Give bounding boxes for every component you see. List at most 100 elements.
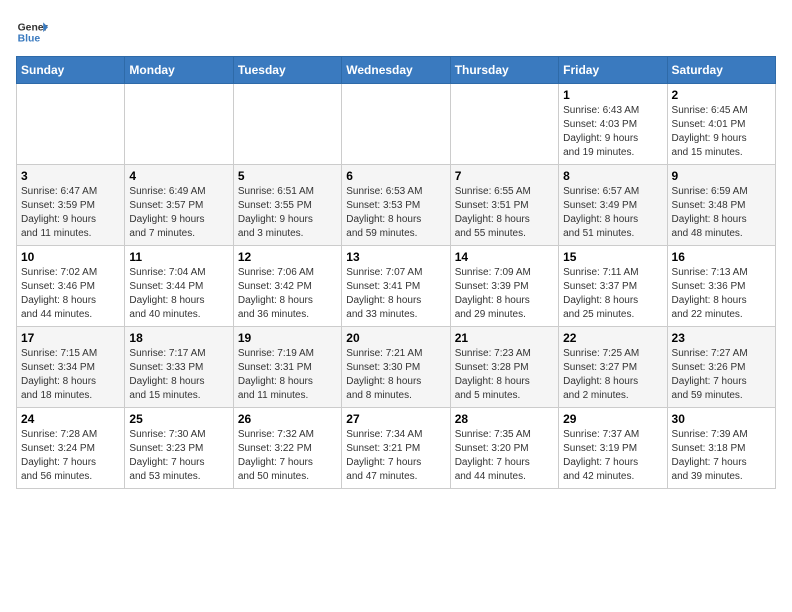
day-info: Sunrise: 7:23 AM Sunset: 3:28 PM Dayligh… <box>455 347 554 403</box>
day-number: 14 <box>455 250 554 264</box>
day-info: Sunrise: 7:27 AM Sunset: 3:26 PM Dayligh… <box>672 347 771 403</box>
calendar-cell: 4Sunrise: 6:49 AM Sunset: 3:57 PM Daylig… <box>125 165 233 246</box>
day-info: Sunrise: 7:17 AM Sunset: 3:33 PM Dayligh… <box>129 347 228 403</box>
day-info: Sunrise: 7:21 AM Sunset: 3:30 PM Dayligh… <box>346 347 445 403</box>
day-number: 17 <box>21 331 120 345</box>
calendar-cell: 5 Sunrise: 6:51 AM Sunset: 3:55 PM Daylig… <box>233 165 341 246</box>
calendar-cell: 9Sunrise: 6:59 AM Sunset: 3:48 PM Daylig… <box>667 165 775 246</box>
day-number: 12 <box>238 250 337 264</box>
day-number: 8 <box>563 169 662 183</box>
day-info: Sunrise: 7:11 AM Sunset: 3:37 PM Dayligh… <box>563 266 662 322</box>
weekday-header: Wednesday <box>342 57 450 84</box>
calendar-body: 1Sunrise: 6:43 AM Sunset: 4:03 PM Daylig… <box>17 84 776 489</box>
day-number: 13 <box>346 250 445 264</box>
day-number: 10 <box>21 250 120 264</box>
day-number: 16 <box>672 250 771 264</box>
calendar-cell: 10 Sunrise: 7:02 AM Sunset: 3:46 PM Dayli… <box>17 246 125 327</box>
day-info: Sunrise: 7:02 AM Sunset: 3:46 PM Dayligh… <box>21 266 120 322</box>
day-number: 15 <box>563 250 662 264</box>
day-number: 26 <box>238 412 337 426</box>
day-info: Sunrise: 6:51 AM Sunset: 3:55 PM Dayligh… <box>238 185 337 241</box>
day-info: Sunrise: 7:30 AM Sunset: 3:23 PM Dayligh… <box>129 428 228 484</box>
day-info: Sunrise: 7:25 AM Sunset: 3:27 PM Dayligh… <box>563 347 662 403</box>
svg-text:Blue: Blue <box>18 34 41 45</box>
calendar-cell: 18 Sunrise: 7:17 AM Sunset: 3:33 PM Dayli… <box>125 327 233 408</box>
calendar-week-row: 3Sunrise: 6:47 AM Sunset: 3:59 PM Daylig… <box>17 165 776 246</box>
day-info: Sunrise: 6:55 AM Sunset: 3:51 PM Dayligh… <box>455 185 554 241</box>
day-info: Sunrise: 7:35 AM Sunset: 3:20 PM Dayligh… <box>455 428 554 484</box>
calendar-cell: 3Sunrise: 6:47 AM Sunset: 3:59 PM Daylig… <box>17 165 125 246</box>
calendar-cell: 15 Sunrise: 7:11 AM Sunset: 3:37 PM Dayli… <box>559 246 667 327</box>
weekday-row: SundayMondayTuesdayWednesdayThursdayFrid… <box>17 57 776 84</box>
calendar-cell: 8 Sunrise: 6:57 AM Sunset: 3:49 PM Daylig… <box>559 165 667 246</box>
weekday-header: Saturday <box>667 57 775 84</box>
calendar-week-row: 1Sunrise: 6:43 AM Sunset: 4:03 PM Daylig… <box>17 84 776 165</box>
calendar-cell: 29 Sunrise: 7:37 AM Sunset: 3:19 PM Dayli… <box>559 408 667 489</box>
day-info: Sunrise: 7:04 AM Sunset: 3:44 PM Dayligh… <box>129 266 228 322</box>
calendar-cell <box>17 84 125 165</box>
calendar-cell: 17Sunrise: 7:15 AM Sunset: 3:34 PM Dayli… <box>17 327 125 408</box>
weekday-header: Monday <box>125 57 233 84</box>
page-header: General Blue <box>16 16 776 48</box>
day-info: Sunrise: 7:19 AM Sunset: 3:31 PM Dayligh… <box>238 347 337 403</box>
calendar-cell <box>125 84 233 165</box>
day-number: 18 <box>129 331 228 345</box>
logo: General Blue <box>16 16 48 48</box>
calendar-cell <box>342 84 450 165</box>
day-info: Sunrise: 7:37 AM Sunset: 3:19 PM Dayligh… <box>563 428 662 484</box>
day-info: Sunrise: 6:43 AM Sunset: 4:03 PM Dayligh… <box>563 104 662 160</box>
day-number: 9 <box>672 169 771 183</box>
calendar-cell: 26Sunrise: 7:32 AM Sunset: 3:22 PM Dayli… <box>233 408 341 489</box>
calendar-cell <box>233 84 341 165</box>
day-info: Sunrise: 7:09 AM Sunset: 3:39 PM Dayligh… <box>455 266 554 322</box>
day-number: 25 <box>129 412 228 426</box>
day-number: 28 <box>455 412 554 426</box>
day-number: 24 <box>21 412 120 426</box>
calendar-header: SundayMondayTuesdayWednesdayThursdayFrid… <box>17 57 776 84</box>
day-number: 19 <box>238 331 337 345</box>
calendar-cell: 23 Sunrise: 7:27 AM Sunset: 3:26 PM Dayli… <box>667 327 775 408</box>
day-info: Sunrise: 7:07 AM Sunset: 3:41 PM Dayligh… <box>346 266 445 322</box>
calendar-cell: 6Sunrise: 6:53 AM Sunset: 3:53 PM Daylig… <box>342 165 450 246</box>
calendar-cell: 7 Sunrise: 6:55 AM Sunset: 3:51 PM Daylig… <box>450 165 558 246</box>
day-number: 2 <box>672 88 771 102</box>
calendar-cell: 16 Sunrise: 7:13 AM Sunset: 3:36 PM Dayli… <box>667 246 775 327</box>
calendar-week-row: 10 Sunrise: 7:02 AM Sunset: 3:46 PM Dayli… <box>17 246 776 327</box>
day-info: Sunrise: 7:28 AM Sunset: 3:24 PM Dayligh… <box>21 428 120 484</box>
weekday-header: Thursday <box>450 57 558 84</box>
day-info: Sunrise: 6:45 AM Sunset: 4:01 PM Dayligh… <box>672 104 771 160</box>
day-number: 30 <box>672 412 771 426</box>
weekday-header: Friday <box>559 57 667 84</box>
calendar-cell: 21 Sunrise: 7:23 AM Sunset: 3:28 PM Dayli… <box>450 327 558 408</box>
calendar-cell: 1Sunrise: 6:43 AM Sunset: 4:03 PM Daylig… <box>559 84 667 165</box>
day-info: Sunrise: 7:13 AM Sunset: 3:36 PM Dayligh… <box>672 266 771 322</box>
calendar-cell: 11 Sunrise: 7:04 AM Sunset: 3:44 PM Dayli… <box>125 246 233 327</box>
day-number: 3 <box>21 169 120 183</box>
day-info: Sunrise: 6:57 AM Sunset: 3:49 PM Dayligh… <box>563 185 662 241</box>
day-number: 11 <box>129 250 228 264</box>
weekday-header: Sunday <box>17 57 125 84</box>
calendar-cell: 12 Sunrise: 7:06 AM Sunset: 3:42 PM Dayli… <box>233 246 341 327</box>
calendar-cell: 27Sunrise: 7:34 AM Sunset: 3:21 PM Dayli… <box>342 408 450 489</box>
calendar-cell: 24 Sunrise: 7:28 AM Sunset: 3:24 PM Dayli… <box>17 408 125 489</box>
day-info: Sunrise: 7:06 AM Sunset: 3:42 PM Dayligh… <box>238 266 337 322</box>
calendar-cell: 25 Sunrise: 7:30 AM Sunset: 3:23 PM Dayli… <box>125 408 233 489</box>
day-info: Sunrise: 6:49 AM Sunset: 3:57 PM Dayligh… <box>129 185 228 241</box>
day-number: 5 <box>238 169 337 183</box>
calendar-cell: 2 Sunrise: 6:45 AM Sunset: 4:01 PM Daylig… <box>667 84 775 165</box>
day-number: 23 <box>672 331 771 345</box>
calendar-cell: 20Sunrise: 7:21 AM Sunset: 3:30 PM Dayli… <box>342 327 450 408</box>
calendar-cell: 13 Sunrise: 7:07 AM Sunset: 3:41 PM Dayli… <box>342 246 450 327</box>
day-info: Sunrise: 7:34 AM Sunset: 3:21 PM Dayligh… <box>346 428 445 484</box>
day-number: 6 <box>346 169 445 183</box>
day-number: 29 <box>563 412 662 426</box>
day-info: Sunrise: 7:39 AM Sunset: 3:18 PM Dayligh… <box>672 428 771 484</box>
calendar-cell <box>450 84 558 165</box>
calendar-table: SundayMondayTuesdayWednesdayThursdayFrid… <box>16 56 776 489</box>
day-number: 7 <box>455 169 554 183</box>
day-number: 22 <box>563 331 662 345</box>
calendar-week-row: 24 Sunrise: 7:28 AM Sunset: 3:24 PM Dayli… <box>17 408 776 489</box>
calendar-week-row: 17Sunrise: 7:15 AM Sunset: 3:34 PM Dayli… <box>17 327 776 408</box>
day-number: 21 <box>455 331 554 345</box>
calendar-cell: 14 Sunrise: 7:09 AM Sunset: 3:39 PM Dayli… <box>450 246 558 327</box>
